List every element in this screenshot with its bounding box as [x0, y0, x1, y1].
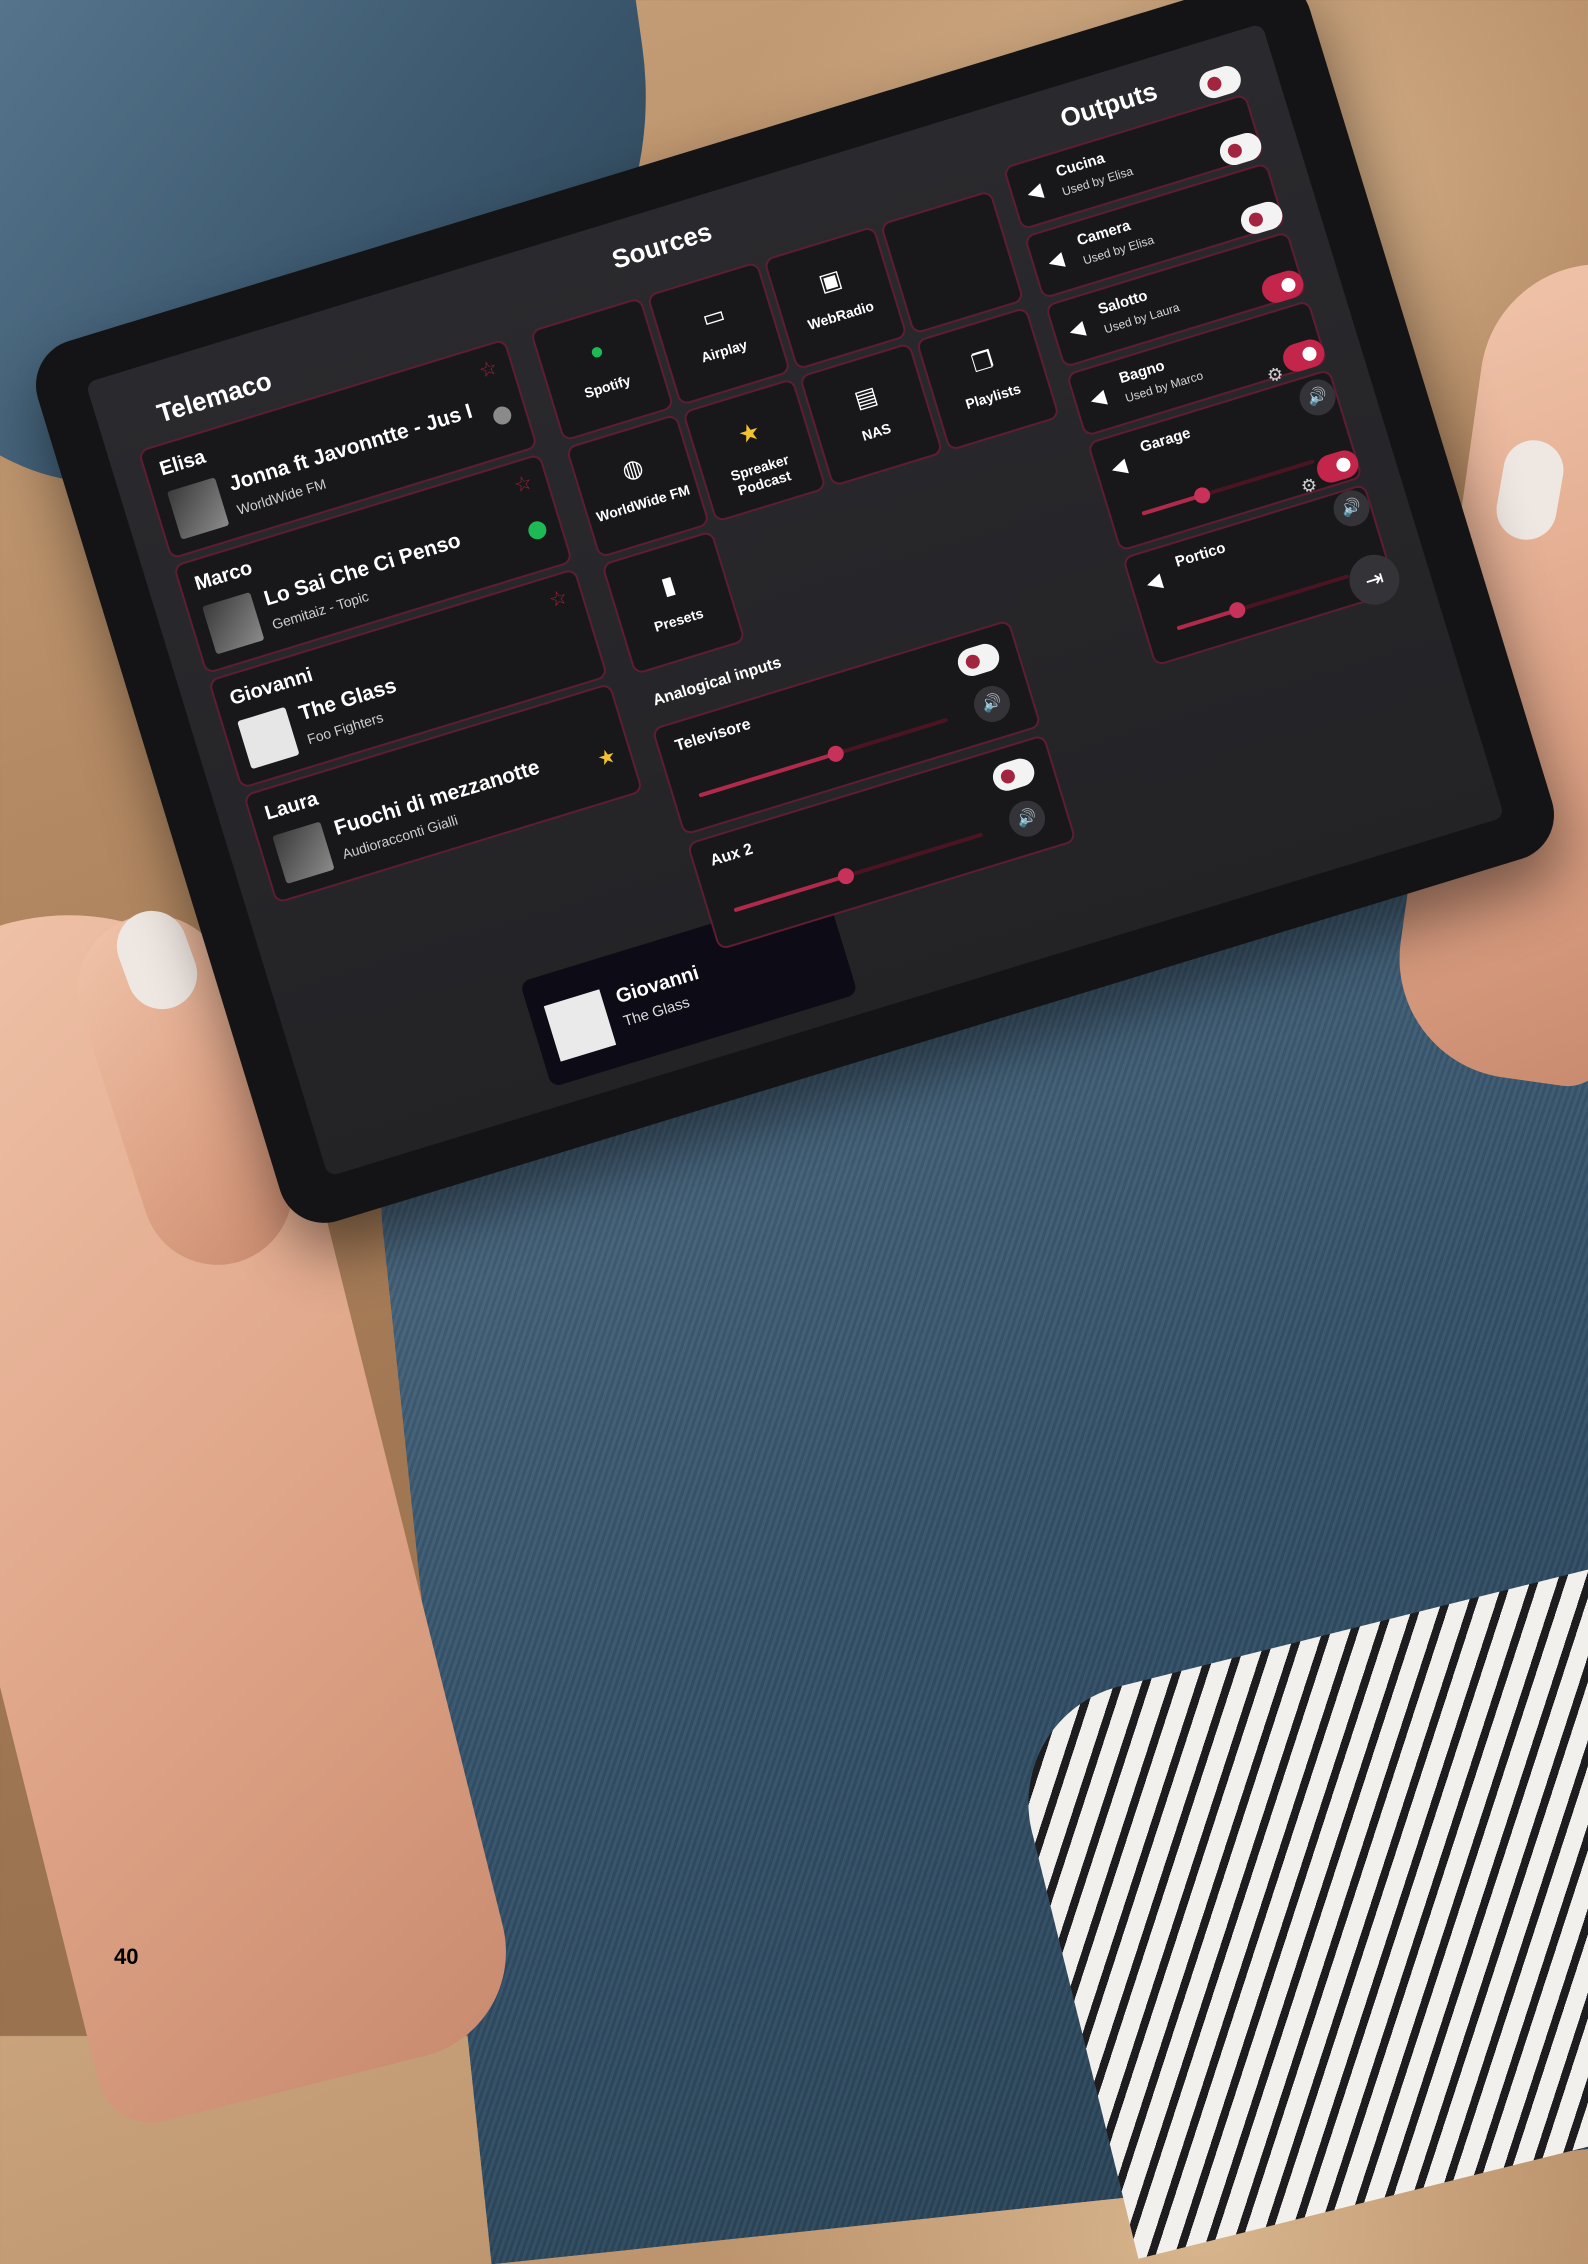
output-name: Portico: [1173, 539, 1228, 571]
speaker-icon: ◀: [1066, 316, 1088, 343]
volume-slider-fill: [733, 874, 847, 913]
favorite-star-icon[interactable]: ☆: [476, 355, 500, 384]
source-playlists[interactable]: ❐ Playlists: [915, 306, 1061, 452]
analog-input-toggle[interactable]: [954, 640, 1003, 680]
volume-slider[interactable]: [1176, 574, 1350, 631]
speaker-icon: ◀: [1143, 569, 1165, 595]
page-number: 40: [114, 1944, 139, 1969]
favorite-star-icon[interactable]: ☆: [511, 469, 536, 498]
album-art: [543, 989, 617, 1062]
analog-input-name: Aux 2: [708, 840, 755, 870]
volume-slider-knob[interactable]: [1192, 485, 1213, 506]
source-presets[interactable]: ▮ Presets: [601, 530, 746, 676]
volume-slider-knob[interactable]: [825, 743, 846, 764]
favorite-star-icon[interactable]: ☆: [546, 584, 571, 613]
zone-user: Marco: [192, 556, 255, 596]
album-art: [202, 592, 265, 655]
globe-icon: [491, 404, 514, 427]
volume-icon[interactable]: 🔊: [1004, 796, 1050, 842]
album-art: [166, 477, 230, 540]
volume-slider-knob[interactable]: [835, 866, 856, 887]
spotify-icon: [526, 519, 549, 542]
speaker-icon: ◀: [1108, 454, 1130, 481]
volume-slider-fill: [698, 751, 837, 798]
album-art: [272, 821, 335, 884]
star-icon: ★: [595, 744, 619, 772]
output-name: Garage: [1138, 424, 1193, 456]
source-label: [886, 204, 993, 237]
album-art: [237, 706, 300, 770]
speaker-icon: ◀: [1024, 179, 1046, 205]
volume-slider[interactable]: [733, 832, 984, 913]
zone-user: Elisa: [157, 445, 209, 481]
zone-user: Laura: [262, 787, 321, 825]
volume-icon[interactable]: 🔊: [969, 681, 1015, 727]
speaker-icon: ◀: [1045, 248, 1067, 274]
speaker-icon: ◀: [1087, 385, 1109, 412]
zone-song: Jonna ft Javonntte - Jus I: [226, 399, 476, 496]
sources-title: Sources: [608, 216, 716, 275]
analog-input-toggle[interactable]: [989, 755, 1038, 795]
analog-input-name: Televisore: [673, 715, 753, 755]
volume-slider-knob[interactable]: [1227, 600, 1248, 621]
